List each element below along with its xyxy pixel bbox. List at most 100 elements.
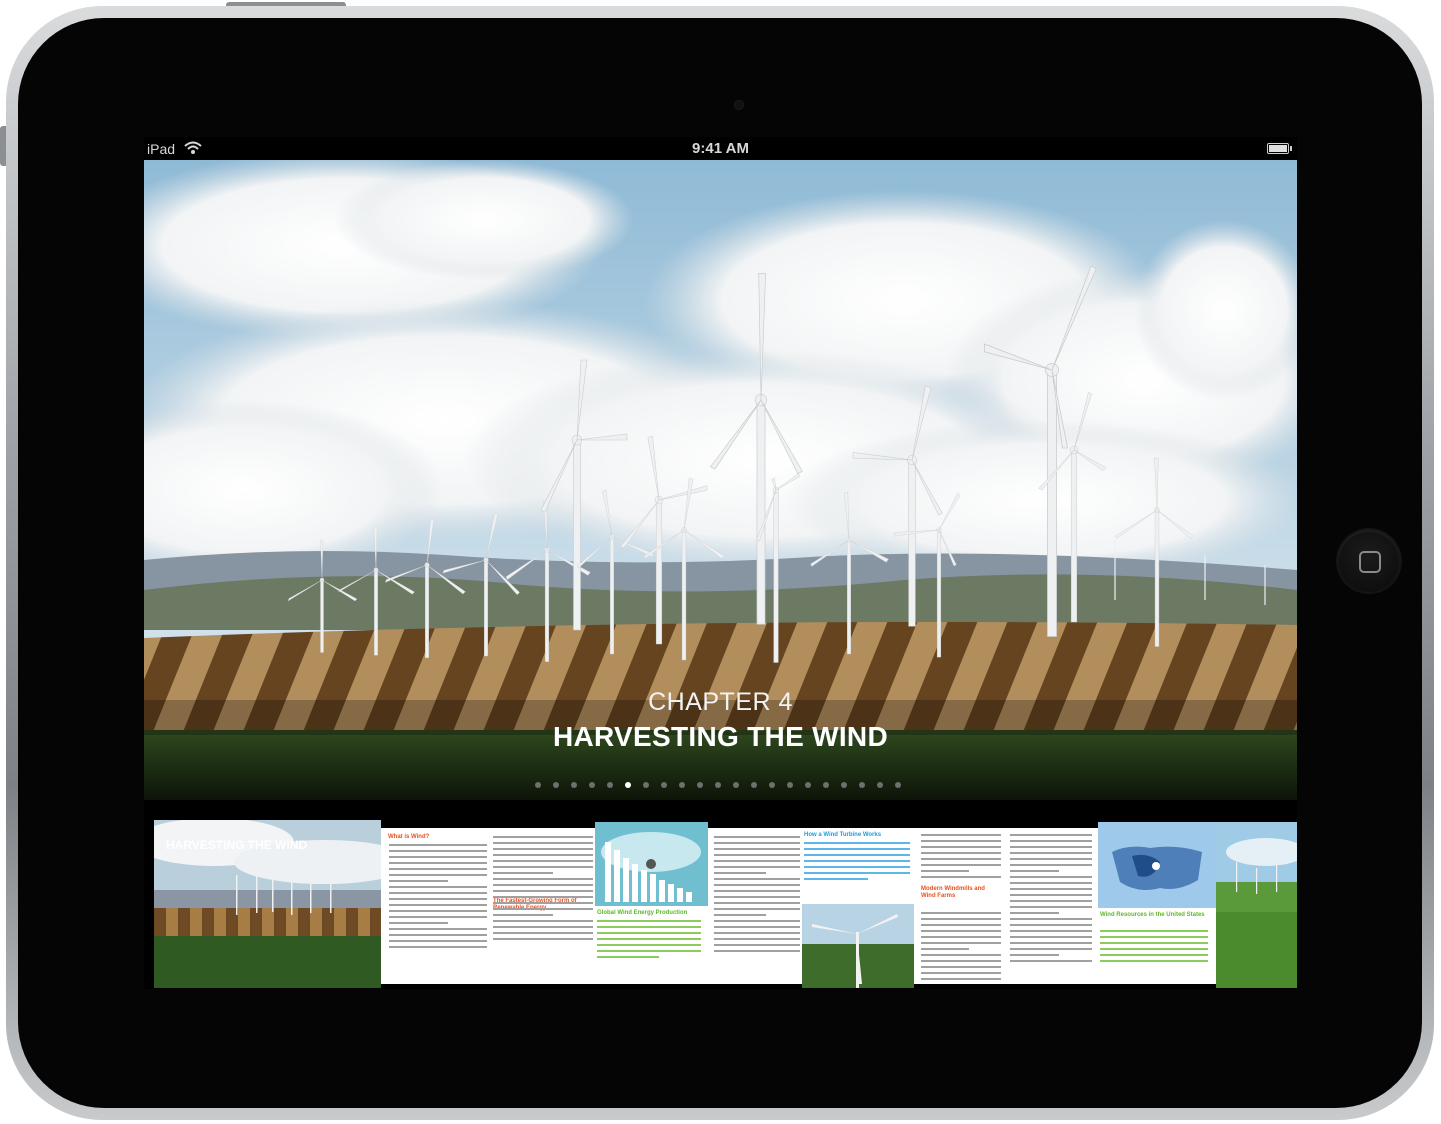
text-line [1010, 882, 1092, 884]
text-line [389, 874, 487, 876]
text-line [921, 972, 1001, 974]
text-line [493, 836, 593, 838]
text-line [493, 938, 593, 940]
thumbnail-page-7[interactable] [1216, 822, 1297, 988]
text-line [714, 842, 800, 844]
text-line [714, 884, 800, 886]
text-line [921, 846, 1001, 848]
page-dot[interactable] [805, 782, 811, 788]
text-line [493, 866, 593, 868]
text-line [493, 908, 593, 910]
text-line [714, 872, 766, 874]
thumbnail-page-5[interactable]: Modern Windmills and Wind Farms [914, 828, 1098, 984]
page-dot[interactable] [661, 782, 667, 788]
screen: iPad 9:41 AM CHAPTER 4 HARVESTING THE WI… [144, 137, 1297, 989]
page-dot[interactable] [841, 782, 847, 788]
page-dot[interactable] [787, 782, 793, 788]
page-dot[interactable] [553, 782, 559, 788]
text-line [921, 912, 1001, 914]
page-dot[interactable] [715, 782, 721, 788]
text-line [921, 918, 1001, 920]
chapter-title: HARVESTING THE WIND [553, 721, 888, 752]
page-dot[interactable] [571, 782, 577, 788]
text-line [493, 896, 593, 898]
page-dot[interactable] [859, 782, 865, 788]
thumbnail-cover[interactable]: HARVESTING THE WIND [154, 820, 381, 988]
thumbnail-turbine-photo [802, 904, 914, 988]
text-line [389, 892, 487, 894]
thumbnail-page-1[interactable]: What is Wind? The Fastest-Growing Form o… [381, 828, 602, 984]
text-line [921, 876, 1001, 878]
thumbnail-page-2[interactable]: Global Wind Energy Production [595, 822, 708, 984]
text-line [1010, 954, 1060, 956]
text-line [1010, 906, 1092, 908]
thumbnail-page-5-heading: Modern Windmills and Wind Farms [921, 886, 985, 899]
thumbnail-page-3[interactable] [708, 828, 805, 984]
text-line [1010, 852, 1092, 854]
text-line [1100, 960, 1208, 962]
text-line [921, 942, 1001, 944]
text-line [1010, 888, 1092, 890]
thumbnail-page-6[interactable]: Wind Resources in the United States [1098, 822, 1216, 984]
thumbnail-page-1-heading: What is Wind? [388, 834, 430, 840]
text-line [1100, 942, 1208, 944]
text-line [1010, 912, 1060, 914]
text-line [389, 904, 487, 906]
text-line [921, 954, 1001, 956]
text-line [597, 944, 701, 946]
thumbnail-page-2-heading: The Fastest-Growing Form of Renewable En… [493, 898, 577, 911]
page-dot[interactable] [895, 782, 901, 788]
home-button[interactable] [1338, 530, 1400, 592]
text-line [389, 898, 487, 900]
text-line [389, 868, 487, 870]
text-line [921, 978, 1001, 980]
page-dot[interactable] [769, 782, 775, 788]
text-line [389, 862, 487, 864]
thumbnail-cover-title: HARVESTING THE WIND [166, 838, 308, 852]
text-line [389, 922, 448, 924]
text-line [597, 932, 701, 934]
thumbnail-page-3-heading: Global Wind Energy Production [597, 910, 688, 916]
text-line [389, 940, 487, 942]
page-dot[interactable] [607, 782, 613, 788]
text-line [1100, 930, 1208, 932]
text-line [921, 966, 1001, 968]
page-thumbnail-strip[interactable]: HARVESTING THE WIND What is Wind? The Fa… [144, 800, 1297, 989]
text-line [389, 844, 487, 846]
text-line [921, 924, 1001, 926]
page-dot[interactable] [535, 782, 541, 788]
text-line [804, 848, 910, 850]
chapter-hero-image[interactable]: CHAPTER 4 HARVESTING THE WIND [144, 160, 1297, 800]
text-line [714, 896, 800, 898]
page-dot[interactable] [877, 782, 883, 788]
page-dot[interactable] [751, 782, 757, 788]
text-line [493, 842, 593, 844]
text-line [493, 920, 593, 922]
text-line [1010, 924, 1092, 926]
thumbnail-chart-image [595, 822, 708, 906]
page-dot[interactable] [625, 782, 631, 788]
page-dot[interactable] [679, 782, 685, 788]
text-line [1010, 948, 1092, 950]
text-line [1010, 918, 1092, 920]
text-line [714, 854, 800, 856]
text-line [714, 908, 800, 910]
page-dot[interactable] [643, 782, 649, 788]
page-dot[interactable] [697, 782, 703, 788]
text-line [714, 866, 800, 868]
text-line [804, 854, 910, 856]
page-dot[interactable] [589, 782, 595, 788]
thumbnail-page-4[interactable]: How a Wind Turbine Works [802, 828, 914, 988]
text-line [714, 836, 800, 838]
text-line [1010, 942, 1092, 944]
page-dot[interactable] [733, 782, 739, 788]
text-line [921, 840, 1001, 842]
thumbnail-landscape-photo [1216, 822, 1297, 988]
text-line [714, 920, 800, 922]
text-line [1010, 840, 1092, 842]
text-line [714, 848, 800, 850]
page-dot[interactable] [823, 782, 829, 788]
text-line [597, 938, 701, 940]
text-line [389, 886, 487, 888]
text-line [921, 960, 1001, 962]
